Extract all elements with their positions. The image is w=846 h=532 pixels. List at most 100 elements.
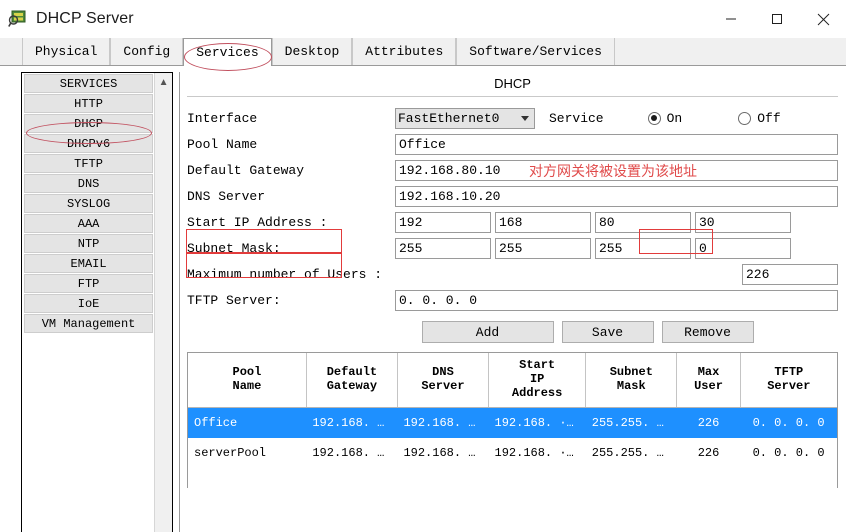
sidebar-item-syslog[interactable]: SYSLOG xyxy=(24,194,154,213)
tab-services[interactable]: Services xyxy=(183,38,272,66)
cell-max-user: 226 xyxy=(676,407,741,438)
cell-pool-name: Office xyxy=(188,407,307,438)
interface-select[interactable]: FastEthernet0 xyxy=(395,107,535,129)
sidebar-scrollbar[interactable]: ▲ xyxy=(154,73,172,532)
cell-start-ip-address: 192.168. ··· xyxy=(494,446,581,460)
content-area: SERVICES HTTP DHCP DHCPv6 TFTP DNS SYSLO… xyxy=(0,66,846,532)
sidebar-item-email[interactable]: EMAIL xyxy=(24,254,154,273)
sidebar-item-dns[interactable]: DNS xyxy=(24,174,154,193)
column-header-pool-name: Pool Name xyxy=(188,353,307,408)
dns-server-input[interactable] xyxy=(395,185,838,207)
tab-software-services[interactable]: Software/Services xyxy=(456,38,615,65)
sidebar-item-label: FTP xyxy=(77,276,100,291)
save-button[interactable]: Save xyxy=(561,321,654,343)
window-title: DHCP Server xyxy=(36,10,134,27)
tab-physical[interactable]: Physical xyxy=(22,38,111,65)
start-ip-label: Start IP Address : xyxy=(187,214,328,230)
column-header-start-ip-address: Start IP Address xyxy=(488,353,587,408)
column-header-max-user: Max User xyxy=(676,353,741,408)
maximize-button[interactable] xyxy=(754,0,800,38)
dhcp-panel: DHCP Interface FastEthernet0 Service On … xyxy=(187,72,838,532)
add-button[interactable]: Add xyxy=(421,321,554,343)
column-header-subnet-mask: Subnet Mask xyxy=(585,353,678,408)
header-line: DNS xyxy=(432,365,454,380)
header-line: Address xyxy=(511,385,563,400)
tab-attributes-label: Attributes xyxy=(365,43,444,59)
table-row[interactable]: serverPool 192.168. ··· 192.168. ··· 192… xyxy=(188,438,837,468)
pool-name-input[interactable] xyxy=(395,133,838,155)
sidebar-item-aaa[interactable]: AAA xyxy=(24,214,154,233)
tftp-server-label: TFTP Server: xyxy=(187,292,281,308)
sidebar-item-ioe[interactable]: IoE xyxy=(24,294,154,313)
cell-default-gateway: 192.168. ··· xyxy=(312,446,398,460)
header-line: Subnet xyxy=(609,365,653,380)
header-line: IP xyxy=(529,372,545,387)
subnet-mask-octet-3[interactable] xyxy=(595,237,691,259)
sidebar-item-ntp[interactable]: NTP xyxy=(24,234,154,253)
sidebar-item-services[interactable]: SERVICES xyxy=(24,74,154,93)
sidebar-item-ftp[interactable]: FTP xyxy=(24,274,154,293)
window-controls xyxy=(708,0,846,38)
sidebar-item-dhcpv6[interactable]: DHCPv6 xyxy=(24,134,154,153)
start-ip-octet-2[interactable] xyxy=(495,211,591,233)
max-users-input[interactable] xyxy=(742,263,838,285)
start-ip-octet-3[interactable] xyxy=(595,211,691,233)
interface-label: Interface xyxy=(187,110,258,126)
column-header-default-gateway: Default Gateway xyxy=(306,353,398,408)
services-list: SERVICES HTTP DHCP DHCPv6 TFTP DNS SYSLO… xyxy=(22,73,154,532)
cell-tftp-server: 0. 0. 0. 0 xyxy=(740,407,837,438)
header-line: User xyxy=(694,379,723,393)
cell-max-user: 226 xyxy=(697,446,720,460)
tab-config[interactable]: Config xyxy=(110,38,184,65)
default-gateway-input[interactable] xyxy=(395,159,838,181)
cell-subnet-mask: 255.255. ··· xyxy=(585,407,677,438)
subnet-mask-octet-4[interactable] xyxy=(695,237,791,259)
sidebar-item-label: DNS xyxy=(77,176,100,191)
chevron-up-icon[interactable]: ▲ xyxy=(155,75,172,89)
close-button[interactable] xyxy=(800,0,846,38)
remove-button[interactable]: Remove xyxy=(661,321,754,343)
service-on-label: On xyxy=(666,110,683,126)
sidebar-item-http[interactable]: HTTP xyxy=(24,94,154,113)
tab-config-label: Config xyxy=(123,43,171,59)
pools-table-container[interactable]: Pool Name Default Gateway DNS Server Sta… xyxy=(187,352,838,488)
max-users-label: Maximum number of Users : xyxy=(187,266,383,282)
sidebar-item-label: AAA xyxy=(77,216,100,231)
tab-physical-label: Physical xyxy=(35,43,98,59)
start-ip-octet-1[interactable] xyxy=(395,211,491,233)
pane-divider xyxy=(179,72,180,532)
service-on-radio[interactable]: On xyxy=(647,110,683,126)
sidebar-item-label: DHCPv6 xyxy=(66,136,111,151)
service-off-radio[interactable]: Off xyxy=(738,111,781,126)
tab-attributes[interactable]: Attributes xyxy=(352,38,457,65)
table-row[interactable]: Office 192.168. ··· 192.168. ··· 192.168… xyxy=(188,407,837,438)
sidebar-item-label: IoE xyxy=(77,296,100,311)
cell-dns-server: 192.168. ··· xyxy=(403,446,489,460)
sidebar-item-label: VM Management xyxy=(41,316,136,331)
panel-divider xyxy=(187,96,838,97)
sidebar-item-vm-management[interactable]: VM Management xyxy=(24,314,154,333)
sidebar-item-dhcp[interactable]: DHCP xyxy=(24,114,154,133)
cell-pool-name: serverPool xyxy=(194,446,267,460)
tab-desktop[interactable]: Desktop xyxy=(271,38,353,65)
cell-dns-server: 192.168. ··· xyxy=(397,407,489,438)
sidebar-item-label: SERVICES xyxy=(59,76,118,91)
header-line: Gateway xyxy=(326,379,378,393)
chevron-down-icon xyxy=(521,116,529,121)
subnet-mask-octet-2[interactable] xyxy=(495,237,591,259)
dhcp-server-icon xyxy=(8,9,28,29)
tab-software-services-label: Software/Services xyxy=(469,43,602,59)
subnet-mask-octet-1[interactable] xyxy=(395,237,491,259)
tftp-server-row: TFTP Server: xyxy=(187,289,838,311)
tftp-server-input[interactable] xyxy=(395,289,838,311)
sidebar-item-label: NTP xyxy=(77,236,100,251)
panel-title: DHCP xyxy=(494,76,531,91)
header-line: Max xyxy=(697,365,720,380)
sidebar-item-tftp[interactable]: TFTP xyxy=(24,154,154,173)
subnet-mask-row: Subnet Mask: xyxy=(187,237,838,259)
tab-desktop-label: Desktop xyxy=(284,43,340,59)
start-ip-octet-4[interactable] xyxy=(695,211,791,233)
minimize-button[interactable] xyxy=(708,0,754,38)
sidebar-item-label: SYSLOG xyxy=(66,196,111,211)
service-label: Service xyxy=(549,110,604,126)
